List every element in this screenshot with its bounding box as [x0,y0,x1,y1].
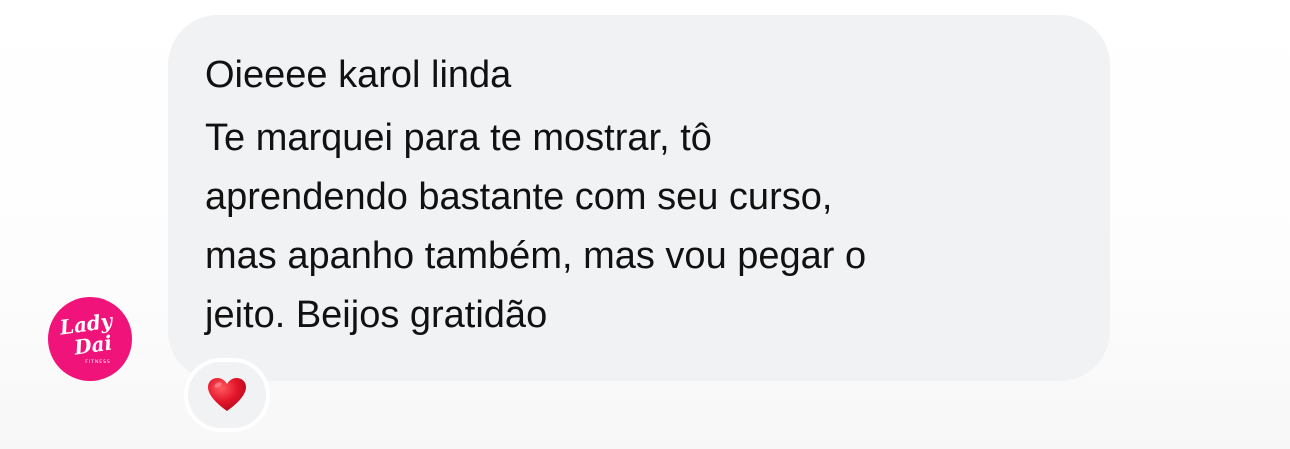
lady-dai-logo: Lady Dai FITNESS [57,308,115,365]
reaction-badge[interactable] [184,358,270,432]
logo-small-text: FITNESS [85,359,111,365]
message-bubble[interactable]: Oieeee karol linda Te marquei para te mo… [168,15,1110,381]
message-first-line: Oieeee karol linda [205,54,512,96]
message-body: Te marquei para te mostrar, tô aprendend… [205,117,867,336]
logo-line2: Dai [72,331,114,360]
red-heart-icon [208,378,246,411]
sender-avatar[interactable]: Lady Dai FITNESS [48,297,132,381]
chat-thread: Lady Dai FITNESS Oieeee karol linda Te m… [0,0,1290,449]
